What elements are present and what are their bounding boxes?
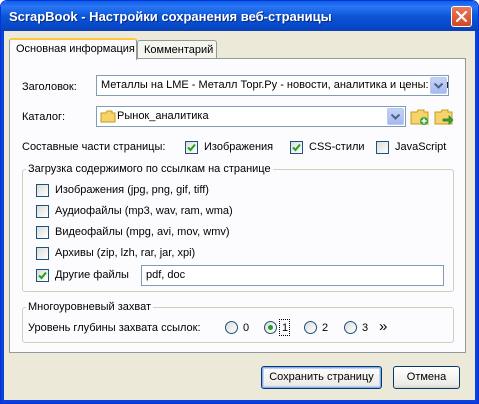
title-bar[interactable]: ScrapBook - Настройки сохранения веб-стр… [1, 1, 478, 31]
title-value: Металлы на LME - Металл Торг.Ру - новост… [101, 79, 449, 91]
close-button[interactable] [451, 6, 472, 27]
title-combobox[interactable]: Металлы на LME - Металл Торг.Ру - новост… [96, 75, 449, 96]
linked-images-label: Изображения (jpg, png, gif, tiff) [55, 184, 209, 196]
folder-label: Каталог: [22, 111, 66, 123]
linked-content-legend: Загрузка содержимого по ссылкам на стран… [26, 163, 273, 175]
window-frame-right [475, 31, 478, 403]
checkbox-components-javascript[interactable] [376, 141, 389, 154]
checkbox-linked-other[interactable] [36, 269, 49, 282]
checkbox-linked-audio[interactable] [36, 205, 49, 218]
tab-main-info[interactable]: Основная информация [9, 38, 137, 60]
focus-indicator [279, 319, 290, 336]
cancel-button-label: Отмена [406, 371, 447, 383]
radio-level-1[interactable] [264, 321, 277, 334]
chevron-down-icon [391, 114, 400, 120]
multilevel-legend: Многоуровневый захват [26, 301, 154, 313]
save-page-button-label: Сохранить страницу [269, 371, 374, 383]
title-dropdown-button[interactable] [430, 77, 447, 94]
radio-level-3[interactable] [344, 321, 357, 334]
components-label: Составные части страницы: [22, 141, 166, 153]
components-images-label: Изображения [204, 141, 274, 153]
more-levels-button[interactable]: » [379, 318, 387, 335]
folder-dropdown-button[interactable] [387, 108, 404, 125]
tab-comment[interactable]: Комментарий [137, 40, 217, 58]
new-folder-icon[interactable] [410, 108, 430, 126]
other-files-value: pdf, doc [146, 269, 186, 281]
checkmark-icon [187, 143, 196, 152]
other-files-input[interactable]: pdf, doc [141, 265, 444, 286]
level-0-label: 0 [243, 322, 250, 334]
window-frame-left [1, 31, 4, 403]
window-frame-bottom [1, 400, 478, 403]
level-2-label: 2 [322, 322, 329, 334]
folder-value: Рынок_аналитика [117, 110, 209, 122]
linked-video-label: Видеофайлы (mpg, avi, mov, wmv) [55, 226, 230, 238]
checkmark-icon [292, 143, 301, 152]
checkbox-linked-video[interactable] [36, 226, 49, 239]
radio-level-2[interactable] [304, 321, 317, 334]
linked-archives-label: Архивы (zip, lzh, rar, jar, xpi) [55, 247, 196, 259]
components-javascript-label: JavaScript [395, 141, 447, 153]
tab-panel-main-info: Заголовок: Металлы на LME - Металл Торг.… [9, 58, 466, 353]
tab-main-info-label: Основная информация [16, 43, 135, 55]
checkbox-components-images[interactable] [185, 141, 198, 154]
window-title: ScrapBook - Настройки сохранения веб-стр… [9, 9, 332, 24]
linked-audio-label: Аудиофайлы (mp3, wav, ram, wma) [55, 205, 233, 217]
linked-other-label: Другие файлы [55, 269, 129, 281]
cancel-button[interactable]: Отмена [393, 366, 460, 389]
folder-combobox[interactable]: Рынок_аналитика [96, 106, 406, 127]
checkbox-components-css[interactable] [290, 141, 303, 154]
radio-level-0[interactable] [225, 321, 238, 334]
checkbox-linked-images[interactable] [36, 184, 49, 197]
checkbox-linked-archives[interactable] [36, 247, 49, 260]
save-page-button[interactable]: Сохранить страницу [261, 366, 382, 389]
go-folder-icon[interactable] [434, 108, 454, 126]
checkmark-icon [38, 271, 47, 280]
tab-comment-label: Комментарий [144, 44, 214, 56]
close-icon [456, 11, 467, 22]
chevron-down-icon [434, 83, 443, 89]
folder-icon [100, 110, 116, 123]
depth-label: Уровень глубины захвата ссылок: [28, 322, 201, 334]
title-label: Заголовок: [22, 81, 77, 93]
dialog-window: ScrapBook - Настройки сохранения веб-стр… [0, 0, 479, 404]
components-css-label: CSS-стили [309, 141, 365, 153]
level-3-label: 3 [362, 322, 369, 334]
